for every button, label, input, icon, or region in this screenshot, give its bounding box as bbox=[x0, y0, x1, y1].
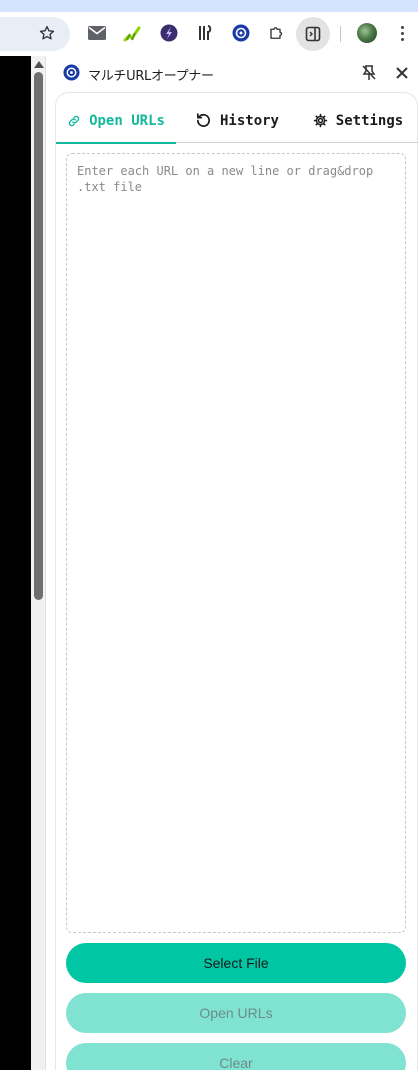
star-icon[interactable] bbox=[38, 24, 56, 42]
tab-history-label: History bbox=[219, 112, 279, 129]
url-input[interactable] bbox=[66, 153, 406, 933]
link-icon bbox=[67, 114, 81, 128]
tab-settings[interactable]: Settings bbox=[298, 98, 418, 143]
panel-header: マルチURLオープナー bbox=[47, 56, 418, 92]
page-content bbox=[0, 56, 31, 1070]
chart-extension-icon[interactable] bbox=[122, 23, 142, 43]
mail-icon[interactable] bbox=[87, 23, 107, 43]
tab-open-urls-label: Open URLs bbox=[89, 112, 165, 129]
scroll-thumb[interactable] bbox=[34, 72, 43, 600]
unpin-icon[interactable] bbox=[361, 64, 377, 82]
scroll-up-arrow-icon[interactable] bbox=[34, 61, 44, 68]
open-urls-button[interactable]: Open URLs bbox=[66, 993, 406, 1033]
close-icon[interactable] bbox=[395, 65, 409, 79]
browser-tab-strip bbox=[0, 0, 418, 12]
toolbar-divider bbox=[340, 26, 341, 42]
gear-icon bbox=[313, 113, 328, 128]
avatar[interactable] bbox=[357, 23, 377, 43]
tab-history[interactable]: History bbox=[176, 98, 298, 143]
puzzle-icon[interactable] bbox=[267, 23, 287, 43]
purple-extension-icon[interactable] bbox=[159, 23, 179, 43]
page-scrollbar[interactable] bbox=[31, 56, 46, 1070]
side-panel: マルチURLオープナー Open URLs History Settings E… bbox=[47, 56, 418, 1070]
tab-settings-label: Settings bbox=[335, 112, 404, 129]
history-icon bbox=[195, 112, 212, 129]
clear-button[interactable]: Clear bbox=[66, 1043, 406, 1070]
tools-extension-icon[interactable] bbox=[195, 23, 215, 43]
kebab-menu-icon[interactable] bbox=[394, 22, 410, 44]
blue-badge-extension-icon[interactable] bbox=[231, 23, 251, 43]
side-panel-icon[interactable] bbox=[296, 17, 330, 51]
browser-toolbar bbox=[0, 12, 418, 56]
extension-logo-icon bbox=[63, 64, 80, 81]
panel-title: マルチURLオープナー bbox=[88, 69, 214, 84]
address-bar[interactable] bbox=[0, 17, 70, 51]
select-file-button[interactable]: Select File bbox=[66, 943, 406, 983]
tab-bar: Open URLs History Settings bbox=[56, 98, 418, 144]
tab-open-urls[interactable]: Open URLs bbox=[56, 98, 176, 144]
